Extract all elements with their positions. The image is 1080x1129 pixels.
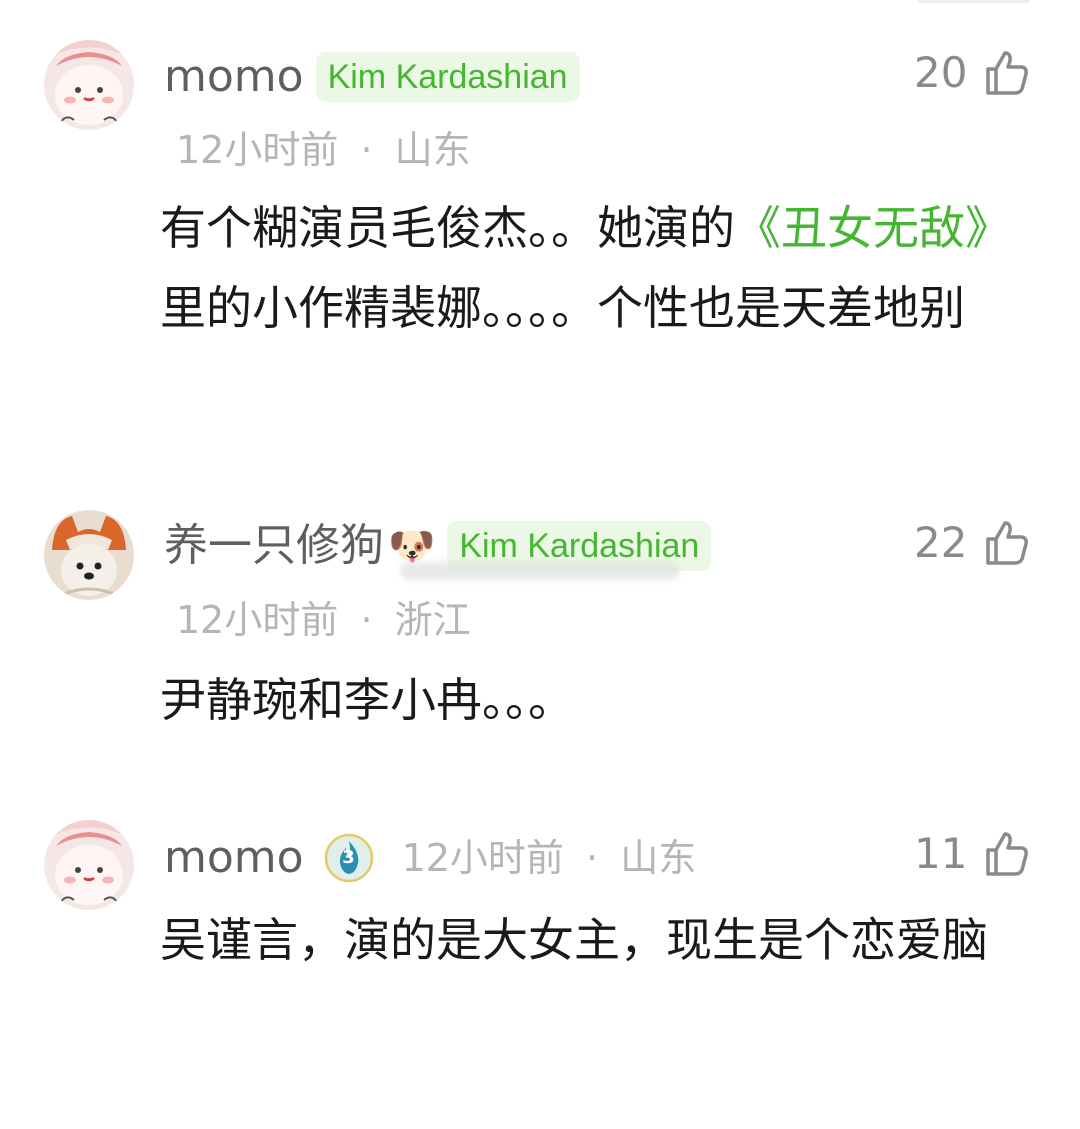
avatar[interactable]: [44, 40, 134, 130]
username[interactable]: 养一只修狗: [164, 516, 384, 576]
thumbs-up-icon[interactable]: [980, 517, 1032, 569]
meta-separator: ·: [360, 598, 373, 642]
timestamp: 12小时前: [176, 128, 339, 172]
like-button[interactable]: 22: [914, 513, 1034, 573]
like-button[interactable]: 20: [914, 43, 1034, 103]
meta-separator: ·: [586, 836, 599, 880]
meta-separator: ·: [360, 128, 373, 172]
comment-meta: 12小时前 · 山东: [402, 832, 697, 884]
thumbs-up-icon[interactable]: [980, 47, 1032, 99]
like-count: 11: [914, 829, 968, 878]
timestamp: 12小时前: [176, 598, 339, 642]
comment-meta: 12小时前 · 山东: [176, 124, 471, 176]
comment-header: momo Kim Kardashian: [164, 47, 580, 107]
comment-text[interactable]: 有个糊演员毛俊杰。。她演的《丑女无敌》里的小作精裴娜。。。。个性也是天差地别: [160, 188, 1040, 348]
avatar[interactable]: [44, 820, 134, 910]
comment-item: momo 3 12小时前 · 山东 11 吴谨言，演的是大女主，现生是个恋爱脑: [0, 790, 1080, 1129]
comment-item: momo Kim Kardashian 20 12小时前 · 山东 有个糊演员毛…: [0, 0, 1080, 470]
comment-text-part: 有个糊演员毛俊杰。。她演的: [160, 201, 735, 255]
comment-text[interactable]: 吴谨言，演的是大女主，现生是个恋爱脑: [160, 900, 1000, 980]
location: 浙江: [394, 598, 471, 642]
comment-meta: 12小时前 · 浙江: [176, 594, 471, 646]
work-title-link[interactable]: 《丑女无敌》: [735, 201, 1011, 255]
timestamp: 12小时前: [401, 836, 564, 880]
like-button[interactable]: 11: [914, 824, 1034, 884]
badge-level: 3: [342, 847, 355, 868]
username[interactable]: momo: [164, 47, 304, 107]
blurred-overlay: [400, 562, 680, 580]
level-badge[interactable]: 3: [324, 833, 374, 883]
thumbs-up-icon[interactable]: [980, 828, 1032, 880]
like-count: 20: [914, 48, 968, 97]
username[interactable]: momo: [164, 828, 304, 888]
comment-text-part: 里的小作精裴娜。。。。个性也是天差地别: [160, 281, 965, 335]
comment-text[interactable]: 尹静琬和李小冉。。。: [160, 660, 1040, 740]
user-tag[interactable]: Kim Kardashian: [315, 52, 580, 102]
avatar[interactable]: [44, 510, 134, 600]
like-count: 22: [914, 518, 968, 567]
comment-header: momo 3 12小时前 · 山东: [164, 828, 696, 888]
location: 山东: [394, 128, 471, 172]
location: 山东: [620, 836, 697, 880]
comment-item: 养一只修狗 🐶 Kim Kardashian 22 12小时前 · 浙江 尹静琬…: [0, 470, 1080, 770]
